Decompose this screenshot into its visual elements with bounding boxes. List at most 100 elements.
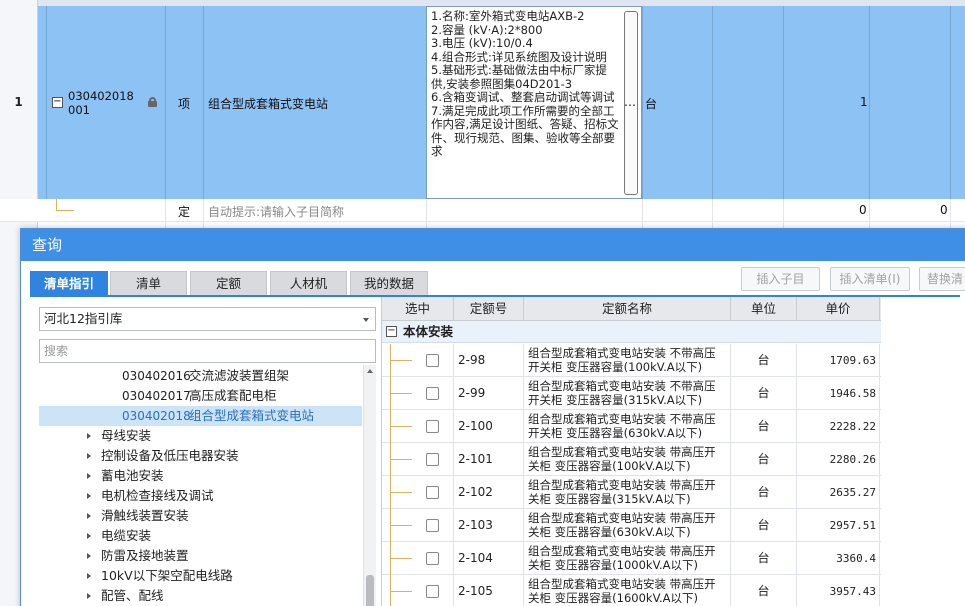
tab-labor-material-machine[interactable]: 人材机 (270, 271, 347, 296)
column-header-price[interactable]: 单价 (797, 297, 880, 321)
caret-right-icon[interactable] (87, 493, 91, 499)
tree-group[interactable]: 滑触线装置安装 (39, 506, 362, 526)
tab-list-guide[interactable]: 清单指引 (30, 271, 108, 296)
table-row[interactable]: 2-103 组合型成套箱式变电站安装 带高压开关柜 变压器容量(630kV.A以下… (382, 509, 881, 542)
library-select-value: 河北12指引库 (44, 311, 123, 326)
table-row[interactable]: 2-100 组合型成套箱式变电站安装 不带高压开关柜 变压器容量(630kV.A以… (382, 410, 881, 443)
tree-group[interactable]: 10kV以下架空配电线路 (39, 566, 362, 586)
tree-connector (390, 426, 412, 427)
table-row[interactable]: 定 自动提示:请输入子目简称 0 0 (0, 199, 965, 222)
sub-item-hint[interactable]: 自动提示:请输入子目简称 (208, 203, 344, 220)
tab-quota[interactable]: 定额 (190, 271, 267, 296)
quota-name: 组合型成套箱式变电站安装 带高压开关柜 变压器容量(315kV.A以下) (524, 476, 731, 509)
tree-group[interactable]: 控制设备及低压电器安装 (39, 446, 362, 466)
grid-divider (712, 199, 713, 229)
table-row[interactable]: 2-105 组合型成套箱式变电站安装 带高压开关柜 变压器容量(1600kV.A以… (382, 575, 881, 606)
quota-name: 组合型成套箱式变电站安装 不带高压开关柜 变压器容量(100kV.A以下) (524, 344, 731, 377)
chevron-down-icon (363, 318, 369, 322)
collapse-icon[interactable]: − (52, 97, 63, 108)
caret-right-icon[interactable] (87, 593, 91, 599)
sub-item-type: 定 (178, 205, 191, 219)
quota-code: 2-101 (454, 443, 524, 476)
row-checkbox[interactable] (426, 486, 439, 499)
description-text[interactable]: 1.名称:室外箱式变电站AXB-2 2.容量 (kV·A):2*800 3.电压… (431, 9, 621, 159)
table-row[interactable]: 2-104 组合型成套箱式变电站安装 带高压开关柜 变压器容量(1000kV.A以… (382, 542, 881, 575)
tree-group-label: 电机检查接线及调试 (101, 488, 214, 503)
row-checkbox[interactable] (426, 519, 439, 532)
grid-divider (426, 199, 427, 229)
caret-right-icon[interactable] (87, 573, 91, 579)
grid-divider (950, 6, 951, 199)
table-group-row[interactable]: − 本体安装 (382, 321, 881, 343)
search-input[interactable]: 搜索 (39, 339, 376, 363)
caret-right-icon[interactable] (87, 513, 91, 519)
tree-item[interactable]: 030402017 高压成套配电柜 (39, 386, 362, 406)
tree-connector (56, 199, 57, 210)
tree-group[interactable]: 防雷及接地装置 (39, 546, 362, 566)
tree-item-selected[interactable]: 030402018 组合型成套箱式变电站 (39, 406, 362, 426)
column-header-unit[interactable]: 单位 (731, 297, 797, 321)
column-header-select[interactable]: 选中 (382, 297, 454, 321)
caret-right-icon[interactable] (87, 433, 91, 439)
tab-my-data[interactable]: 我的数据 (350, 271, 428, 296)
tree-group-label: 防雷及接地装置 (101, 548, 189, 563)
caret-right-icon[interactable] (87, 453, 91, 459)
table-row[interactable]: 2-102 组合型成套箱式变电站安装 带高压开关柜 变压器容量(315kV.A以下… (382, 476, 881, 509)
row-number: 1 (0, 6, 38, 199)
insert-list-button[interactable]: 插入清单(I) (830, 267, 910, 291)
tree-connector (390, 393, 412, 394)
sub-item-value: 0 (859, 203, 867, 217)
replace-button[interactable]: 替换清 (919, 267, 965, 291)
grid-divider (869, 199, 870, 229)
quota-name: 组合型成套箱式变电站安装 不带高压开关柜 变压器容量(315kV.A以下) (524, 377, 731, 410)
library-select[interactable]: 河北12指引库 (39, 307, 376, 331)
tree-scrollbar[interactable] (363, 365, 376, 606)
tree-item-name: 高压成套配电柜 (189, 388, 277, 403)
caret-right-icon[interactable] (87, 473, 91, 479)
insert-sub-button[interactable]: 插入子目 (741, 267, 820, 291)
dialog-title[interactable]: 查询 (21, 229, 965, 261)
table-row[interactable]: 2-98 组合型成套箱式变电站安装 不带高压开关柜 变压器容量(100kV.A以下… (382, 344, 881, 377)
quota-unit: 台 (731, 476, 797, 509)
grid-divider (203, 6, 204, 199)
tree-group[interactable]: 蓄电池安装 (39, 466, 362, 486)
table-row[interactable]: 2-101 组合型成套箱式变电站安装 带高压开关柜 变压器容量(100kV.A以下… (382, 443, 881, 476)
scroll-up-icon[interactable] (367, 369, 373, 373)
tree-group[interactable]: 配管、配线 (39, 586, 362, 606)
tree-group[interactable]: 电缆安装 (39, 526, 362, 546)
quota-code: 2-104 (454, 542, 524, 575)
item-name[interactable]: 组合型成套箱式变电站 (208, 95, 328, 112)
caret-right-icon[interactable] (87, 553, 91, 559)
quota-code: 2-105 (454, 575, 524, 606)
tab-list[interactable]: 清单 (110, 271, 187, 296)
row-checkbox[interactable] (426, 387, 439, 400)
scrollbar-thumb[interactable] (366, 575, 374, 606)
tree-item-code: 030402018 (122, 409, 191, 423)
table-header: 选中 定额号 定额名称 单位 单价 (382, 297, 881, 321)
row-checkbox[interactable] (426, 453, 439, 466)
description-editor[interactable]: 1.名称:室外箱式变电站AXB-2 2.容量 (kV·A):2*800 3.电压… (426, 6, 642, 199)
grid-divider (712, 6, 713, 199)
quota-name: 组合型成套箱式变电站安装 带高压开关柜 变压器容量(1600kV.A以下) (524, 575, 731, 606)
row-checkbox[interactable] (426, 552, 439, 565)
quota-unit: 台 (731, 575, 797, 606)
item-quantity[interactable]: 1 (860, 95, 868, 109)
row-checkbox[interactable] (426, 585, 439, 598)
caret-right-icon[interactable] (87, 533, 91, 539)
row-checkbox[interactable] (426, 420, 439, 433)
table-row[interactable]: 2-99 组合型成套箱式变电站安装 不带高压开关柜 变压器容量(315kV.A以下… (382, 377, 881, 410)
column-header-code[interactable]: 定额号 (454, 297, 524, 321)
collapse-icon[interactable]: − (386, 326, 397, 337)
tree-item[interactable]: 030402016 交流滤波装置组架 (39, 366, 362, 386)
column-header-name[interactable]: 定额名称 (524, 297, 731, 321)
item-code: 030402018001 (68, 89, 134, 117)
tree-item-code: 030402016 (122, 369, 191, 383)
grid-divider (46, 6, 47, 199)
tree-connector (390, 360, 412, 361)
tree-group[interactable]: 母线安装 (39, 426, 362, 446)
tree-group[interactable]: 电机检查接线及调试 (39, 486, 362, 506)
quota-table: 选中 定额号 定额名称 单位 单价 − 本体安装 2-98 组合型成套箱式变电站安… (381, 297, 881, 606)
more-button[interactable]: … (624, 95, 636, 109)
tree-connector (390, 492, 412, 493)
row-checkbox[interactable] (426, 354, 439, 367)
